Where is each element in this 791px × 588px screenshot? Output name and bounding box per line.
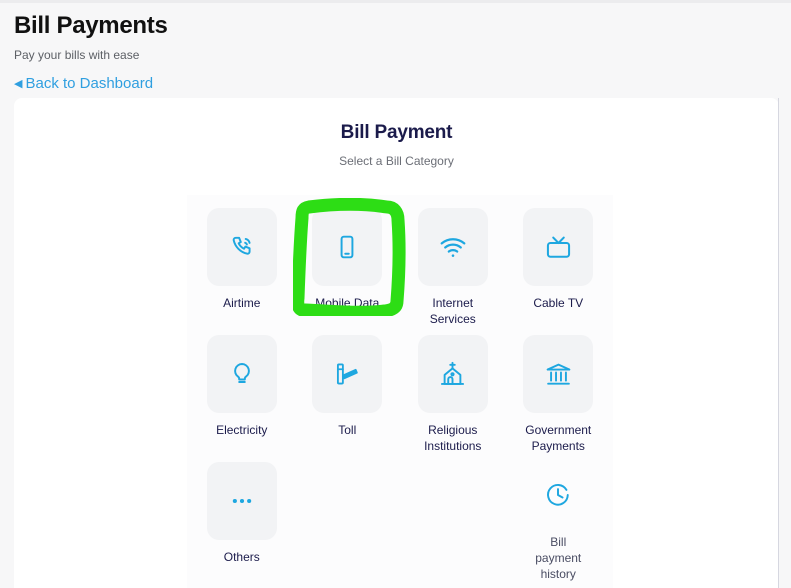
television-icon: [523, 208, 594, 286]
bill-category-religious-institutions[interactable]: Religious Institutions: [400, 335, 506, 454]
back-to-dashboard-label: Back to Dashboard: [25, 75, 154, 92]
bill-category-label: Others: [223, 550, 260, 564]
page-title: Bill Payments: [14, 12, 168, 39]
bill-category-bill-payment-history[interactable]: Bill payment history: [506, 462, 612, 582]
bill-category-label: Government Payments: [525, 423, 592, 453]
bill-category-government-payments[interactable]: Government Payments: [506, 335, 612, 454]
lightbulb-icon: [206, 335, 277, 413]
bill-payments-screen: Bill Payments Pay your bills with ease ◀…: [0, 0, 791, 588]
wifi-icon: [417, 208, 488, 286]
clock-history-icon: [523, 462, 593, 528]
smartphone-icon: [312, 208, 383, 286]
bill-category-electricity[interactable]: Electricity: [189, 335, 295, 454]
back-caret-icon: ◀: [14, 77, 23, 90]
bill-category-label: Internet Services: [429, 296, 476, 326]
church-icon: [417, 335, 488, 413]
bill-category-others[interactable]: Others: [189, 462, 295, 582]
bill-category-mobile-data[interactable]: Mobile Data: [295, 208, 401, 327]
bill-category-label: Toll: [338, 423, 357, 437]
bill-category-airtime[interactable]: Airtime: [189, 208, 295, 327]
bill-payment-title: Bill Payment: [340, 122, 453, 143]
bank-building-icon: [523, 335, 594, 413]
card-right-divider: [778, 98, 779, 588]
page-header: Bill Payments Pay your bills with ease ◀…: [0, 3, 791, 98]
bill-category-label: Mobile Data: [315, 296, 380, 310]
back-to-dashboard-link[interactable]: ◀ Back to Dashboard: [14, 75, 153, 93]
bill-category-label: Religious Institutions: [424, 423, 482, 453]
bill-category-label: Cable TV: [533, 296, 584, 310]
bill-category-grid: Airtime Mobile Data Internet Services Cab…: [187, 208, 613, 582]
bill-category-internet-services[interactable]: Internet Services: [400, 208, 506, 327]
bill-category-label: Airtime: [223, 296, 261, 310]
phone-call-icon: [206, 208, 277, 286]
bill-category-label: Bill payment history: [535, 535, 582, 581]
bill-category-panel: Airtime Mobile Data Internet Services Cab…: [187, 195, 613, 588]
bill-category-label: Electricity: [216, 423, 268, 437]
bill-category-toll[interactable]: Toll: [295, 335, 401, 454]
ellipsis-icon: [206, 462, 277, 540]
page-subtitle: Pay your bills with ease: [14, 48, 140, 62]
bill-payment-subtitle: Select a Bill Category: [339, 154, 454, 168]
bill-payment-card: Bill Payment Select a Bill Category Airt…: [14, 98, 779, 588]
bill-category-cable-tv[interactable]: Cable TV: [506, 208, 612, 327]
toll-barrier-icon: [312, 335, 383, 413]
